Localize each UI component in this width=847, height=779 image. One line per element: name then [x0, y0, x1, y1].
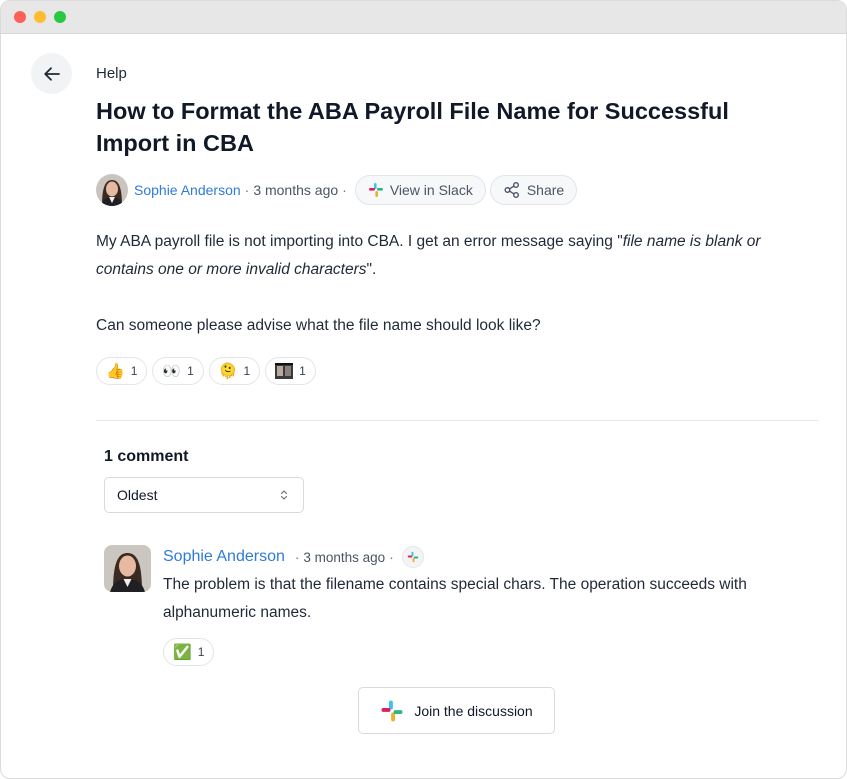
- share-button[interactable]: Share: [489, 175, 578, 205]
- melting-face-icon: 🫠: [218, 361, 238, 380]
- reaction-check-mark[interactable]: ✅ 1: [163, 638, 215, 666]
- breadcrumb[interactable]: Help: [96, 63, 818, 85]
- comment-body: Sophie Anderson · 3 months ago · The pro…: [163, 545, 803, 666]
- post-timestamp: 3 months ago: [253, 182, 339, 198]
- comment-timestamp: 3 months ago: [303, 549, 386, 565]
- reaction-custom[interactable]: 1: [265, 357, 316, 385]
- share-icon: [504, 182, 519, 198]
- avatar[interactable]: [96, 174, 128, 206]
- post-text: My ABA payroll file is not importing int…: [96, 233, 623, 250]
- reaction-count: 1: [197, 645, 205, 659]
- meta-separator: ·: [294, 549, 300, 565]
- post-author-link[interactable]: Sophie Anderson: [134, 182, 241, 198]
- thumbs-up-icon: 👍: [106, 361, 125, 380]
- post-title: How to Format the ABA Payroll File Name …: [96, 98, 729, 156]
- sort-value: Oldest: [117, 487, 158, 503]
- eyes-icon: 👀: [162, 361, 182, 380]
- meta-separator: ·: [389, 549, 394, 565]
- join-discussion-label: Join the discussion: [414, 702, 533, 719]
- reaction-melting-face[interactable]: 🫠 1: [208, 357, 261, 385]
- title-bar: [1, 1, 846, 34]
- comment-text: The problem is that the filename contain…: [163, 576, 747, 621]
- post-body: My ABA payroll file is not importing int…: [96, 228, 818, 340]
- custom-image-emoji-icon: [275, 363, 294, 379]
- post-text: ".: [366, 261, 377, 278]
- minimize-window-button[interactable]: [34, 11, 46, 23]
- comment-author-link[interactable]: Sophie Anderson: [163, 548, 285, 566]
- comments-heading: 1 comment: [104, 448, 189, 465]
- join-discussion-button[interactable]: Join the discussion: [358, 687, 555, 734]
- reaction-eyes[interactable]: 👀 1: [152, 357, 204, 385]
- comment-sort-select[interactable]: Oldest: [104, 477, 304, 513]
- reaction-count: 1: [187, 364, 194, 378]
- post-paragraph: Can someone please advise what the file …: [96, 317, 541, 334]
- close-window-button[interactable]: [14, 11, 26, 23]
- slack-icon: [368, 183, 383, 197]
- share-label: Share: [526, 182, 565, 198]
- post: Help How to Format the ABA Payroll File …: [96, 63, 818, 385]
- reaction-thumbs-up[interactable]: 👍 1: [96, 357, 148, 385]
- check-mark-icon: ✅: [173, 642, 192, 661]
- avatar[interactable]: [104, 545, 151, 592]
- divider: [96, 420, 818, 421]
- reaction-bar: 👍 1 👀 1 🫠 1 1: [96, 357, 818, 385]
- slack-icon: [407, 551, 418, 563]
- post-paragraph: My ABA payroll file is not importing int…: [96, 228, 818, 284]
- back-button[interactable]: [31, 53, 72, 94]
- comment-meta: Sophie Anderson · 3 months ago ·: [163, 545, 803, 569]
- app-window: Help How to Format the ABA Payroll File …: [0, 0, 847, 779]
- meta-separator: ·: [244, 182, 250, 198]
- reaction-count: 1: [130, 364, 138, 378]
- chevron-up-down-icon: [280, 490, 288, 500]
- slack-link-button[interactable]: [401, 546, 424, 568]
- reaction-count: 1: [243, 364, 251, 378]
- reaction-count: 1: [299, 364, 306, 378]
- slack-icon: [381, 700, 403, 721]
- post-meta: Sophie Anderson · 3 months ago · View in…: [96, 174, 818, 206]
- arrow-left-icon: [43, 66, 60, 81]
- view-in-slack-label: View in Slack: [389, 182, 473, 198]
- meta-separator: ·: [342, 182, 347, 198]
- maximize-window-button[interactable]: [54, 11, 66, 23]
- view-in-slack-button[interactable]: View in Slack: [354, 175, 486, 205]
